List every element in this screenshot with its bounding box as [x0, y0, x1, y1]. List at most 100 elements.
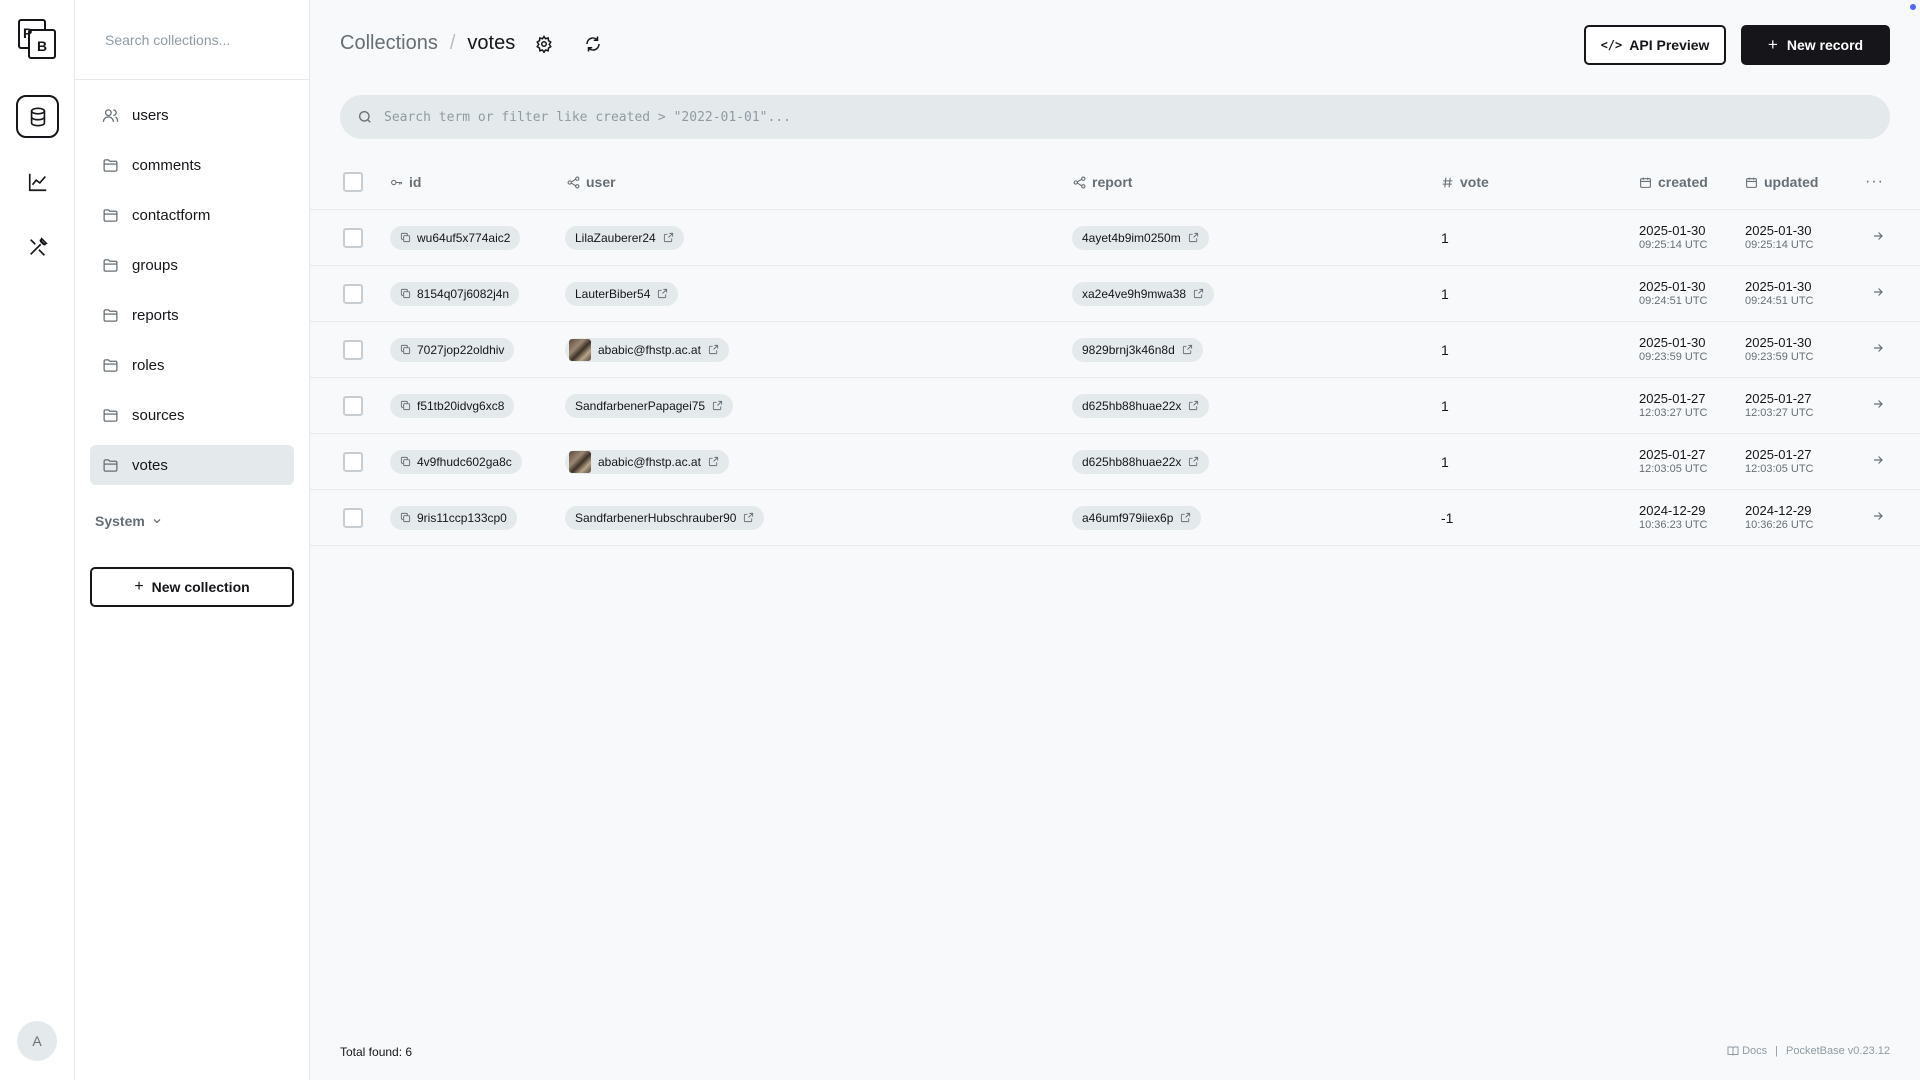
sidebar-item-sources[interactable]: sources	[90, 395, 294, 435]
created-date-value: 2024-12-29	[1639, 502, 1706, 518]
sidebar-item-groups[interactable]: groups	[90, 245, 294, 285]
collection-settings-button[interactable]	[533, 33, 555, 55]
updated-date: 2024-12-29 10:36:26 UTC	[1745, 502, 1813, 532]
row-checkbox[interactable]	[343, 507, 363, 528]
record-id-pill[interactable]: 7027jop22oldhiv	[390, 337, 515, 362]
created-time-value: 09:23:59 UTC	[1639, 350, 1708, 363]
sidebar-item-label: roles	[132, 356, 165, 374]
new-collection-button[interactable]: + New collection	[90, 567, 294, 607]
open-record-button[interactable]	[1871, 453, 1885, 470]
collections-search-input[interactable]	[105, 31, 295, 48]
external-link-icon	[708, 344, 719, 355]
column-label: vote	[1460, 174, 1489, 190]
main-content: Collections / votes </> API Preview + Ne…	[310, 0, 1920, 1080]
key-icon	[391, 179, 402, 185]
arrow-right-icon	[1873, 400, 1883, 408]
logs-nav-button[interactable]	[16, 160, 59, 203]
row-checkbox[interactable]	[343, 451, 363, 472]
record-id-pill[interactable]: wu64uf5x774aic2	[390, 225, 521, 250]
vote-value: -1	[1441, 509, 1454, 526]
record-id-pill[interactable]: 4v9fhudc602ga8c	[390, 449, 522, 474]
record-id-pill[interactable]: f51tb20idvg6xc8	[390, 393, 515, 418]
user-value: LauterBiber54	[575, 286, 651, 301]
select-all-checkbox[interactable]	[343, 172, 363, 192]
total-found: Total found: 6	[340, 1045, 412, 1059]
column-header-user[interactable]: user	[567, 155, 616, 209]
table-row[interactable]: 9ris11ccp133cp0 SandfarbenerHubschrauber9…	[310, 490, 1920, 546]
vote-value: 1	[1441, 341, 1449, 358]
folder-icon	[102, 407, 119, 424]
row-checkbox[interactable]	[343, 395, 363, 416]
user-relation-pill[interactable]: SandfarbenerPapagei75	[565, 393, 734, 418]
column-header-updated[interactable]: updated	[1745, 155, 1818, 209]
open-record-button[interactable]	[1871, 229, 1885, 246]
report-value: d625hb88huae22x	[1082, 398, 1182, 413]
table-row[interactable]: 4v9fhudc602ga8c ababic@fhstp.ac.at d625hb8…	[310, 434, 1920, 490]
report-relation-pill[interactable]: 9829brnj3k46n8d	[1072, 337, 1203, 362]
copy-icon	[400, 232, 411, 243]
record-id-pill[interactable]: 9ris11ccp133cp0	[390, 505, 517, 530]
column-header-id[interactable]: id	[390, 155, 421, 209]
sidebar-item-comments[interactable]: comments	[90, 145, 294, 185]
report-relation-pill[interactable]: a46umf979iiex6p	[1072, 505, 1202, 530]
collections-nav-button[interactable]	[16, 95, 59, 138]
total-label: Total found:	[340, 1045, 403, 1059]
user-relation-pill[interactable]: ababic@fhstp.ac.at	[565, 337, 729, 362]
record-id: 7027jop22oldhiv	[417, 342, 505, 357]
vote-value: 1	[1441, 229, 1449, 246]
record-id-pill[interactable]: 8154q07j6082j4n	[390, 281, 520, 306]
report-relation-pill[interactable]: xa2e4ve9h9mwa38	[1072, 281, 1215, 306]
refresh-button[interactable]	[582, 33, 604, 55]
user-relation-pill[interactable]: SandfarbenerHubschrauber90	[565, 505, 765, 530]
column-header-vote[interactable]: vote	[1441, 155, 1489, 209]
new-record-button[interactable]: + New record	[1741, 25, 1890, 65]
sidebar-item-contactform[interactable]: contactform	[90, 195, 294, 235]
open-record-button[interactable]	[1871, 509, 1885, 526]
row-checkbox[interactable]	[343, 339, 363, 360]
row-checkbox[interactable]	[343, 227, 363, 248]
copy-icon	[400, 344, 411, 355]
records-search-input[interactable]	[384, 109, 1834, 125]
sidebar-item-roles[interactable]: roles	[90, 345, 294, 385]
settings-nav-button[interactable]	[16, 225, 59, 268]
open-record-button[interactable]	[1871, 341, 1885, 358]
admin-avatar[interactable]: A	[17, 1021, 57, 1061]
sidebar-item-users[interactable]: users	[90, 95, 294, 135]
table-row[interactable]: f51tb20idvg6xc8 SandfarbenerPapagei75 d625…	[310, 378, 1920, 434]
arrow-right-icon	[1873, 288, 1883, 296]
line-chart-icon	[28, 173, 46, 191]
table-row[interactable]: wu64uf5x774aic2 LilaZauberer24 4ayet4b9im0…	[310, 210, 1920, 266]
table-row[interactable]: 8154q07j6082j4n LauterBiber54 xa2e4ve9h9mw…	[310, 266, 1920, 322]
docs-link[interactable]: Docs	[1727, 1045, 1767, 1057]
open-record-button[interactable]	[1871, 397, 1885, 414]
columns-options-button[interactable]: ···	[1865, 173, 1884, 191]
created-date: 2025-01-27 12:03:05 UTC	[1639, 447, 1707, 476]
table-row[interactable]: 7027jop22oldhiv ababic@fhstp.ac.at 9829brn…	[310, 322, 1920, 378]
column-header-created[interactable]: created	[1639, 155, 1708, 209]
report-relation-pill[interactable]: d625hb88huae22x	[1072, 393, 1210, 418]
created-date: 2024-12-29 10:36:23 UTC	[1639, 502, 1707, 532]
open-record-button[interactable]	[1871, 285, 1885, 302]
user-relation-pill[interactable]: LauterBiber54	[565, 281, 679, 306]
breadcrumb-collections[interactable]: Collections	[340, 32, 438, 55]
external-link-icon	[1181, 512, 1191, 523]
version-label[interactable]: PocketBase v0.23.12	[1786, 1045, 1890, 1057]
pocketbase-logo[interactable]: P B	[18, 19, 56, 59]
system-collections-toggle[interactable]: System	[95, 513, 163, 529]
updated-time-value: 09:24:51 UTC	[1745, 294, 1814, 307]
report-relation-pill[interactable]: d625hb88huae22x	[1072, 449, 1210, 474]
updated-time-value: 12:03:27 UTC	[1745, 406, 1814, 419]
sidebar-item-label: comments	[132, 156, 202, 174]
created-date: 2025-01-27 12:03:27 UTC	[1639, 391, 1707, 420]
created-date: 2025-01-30 09:23:59 UTC	[1639, 335, 1708, 364]
api-preview-button[interactable]: </> API Preview	[1584, 25, 1726, 65]
user-relation-pill[interactable]: LilaZauberer24	[565, 225, 684, 250]
database-icon	[30, 106, 45, 127]
user-relation-pill[interactable]: ababic@fhstp.ac.at	[565, 449, 729, 474]
column-header-report[interactable]: report	[1073, 155, 1132, 209]
sidebar-item-votes[interactable]: votes	[90, 445, 294, 485]
report-relation-pill[interactable]: 4ayet4b9im0250m	[1072, 225, 1209, 250]
row-checkbox[interactable]	[343, 283, 363, 304]
sidebar-item-reports[interactable]: reports	[90, 295, 294, 335]
updated-date-value: 2024-12-29	[1745, 502, 1812, 518]
